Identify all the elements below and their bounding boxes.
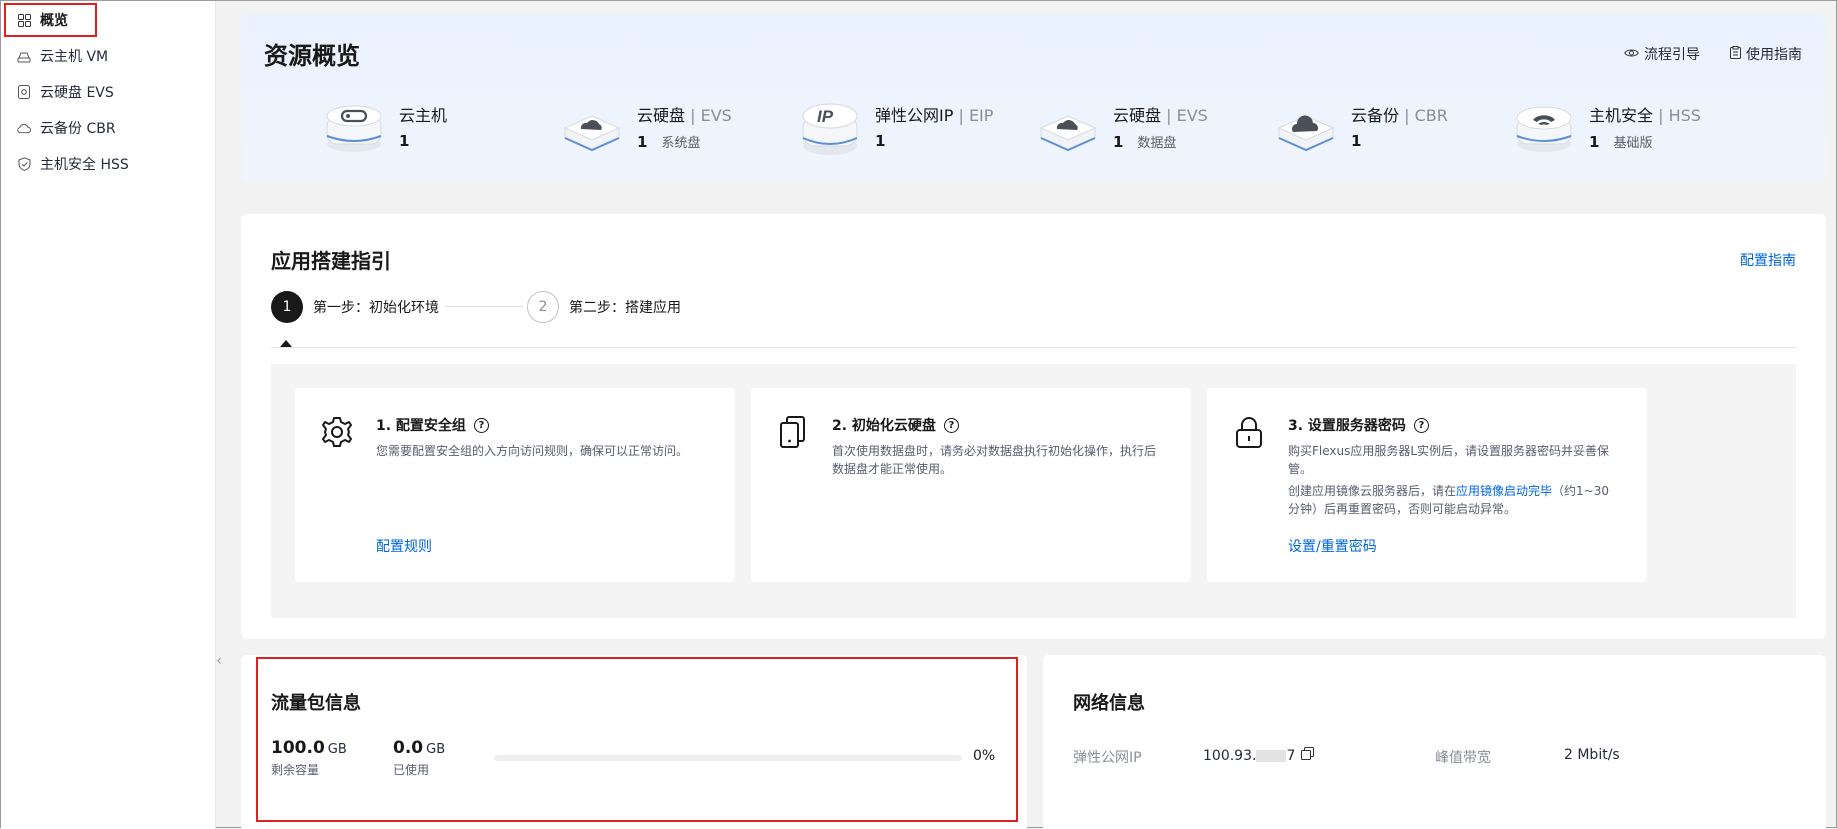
traffic-package-panel: 流量包信息 100.0 GB 剩余容量 0.0 GB 已使用 0% <box>241 655 1027 829</box>
card-set-password: 3. 设置服务器密码? 购买Flexus应用服务器L实例后，请设置服务器密码并妥… <box>1207 388 1647 582</box>
svg-text:IP: IP <box>817 107 834 126</box>
remaining-label: 剩余容量 <box>271 763 320 777</box>
active-step-indicator <box>280 340 292 347</box>
used-label: 已使用 <box>393 763 430 777</box>
resource-evs-data[interactable]: 云硬盘 | EVS 1 数据盘 <box>1035 94 1208 160</box>
resource-eip[interactable]: IP 弹性公网IP | EIP 1 <box>797 94 993 160</box>
eip-label: 弹性公网IP <box>1073 750 1142 766</box>
resource-name: 主机安全 | HSS <box>1589 106 1701 125</box>
eip-value: 100.93. 7 <box>1203 747 1315 764</box>
bandwidth-label: 峰值带宽 <box>1435 750 1491 766</box>
step-label: 第二步：搭建应用 <box>569 300 681 316</box>
resource-count: 1 数据盘 <box>1113 133 1177 151</box>
section-title: 网络信息 <box>1073 693 1145 714</box>
lock-icon <box>1231 414 1267 450</box>
sidebar: 概览 云主机 VM 云硬盘 EVS 云备份 CBR 主机安全 HSS <box>1 1 216 829</box>
help-icon[interactable]: ? <box>1413 417 1429 433</box>
resource-name: 弹性公网IP | EIP <box>875 106 994 125</box>
hss-shield-icon <box>1511 94 1577 160</box>
step-label: 第一步：初始化环境 <box>313 300 439 316</box>
flow-guide-link[interactable]: 流程引导 <box>1624 44 1700 64</box>
cloud-icon <box>17 121 31 135</box>
eye-icon <box>1624 46 1639 62</box>
disk-icon <box>17 85 31 99</box>
evs-disk-icon <box>559 94 625 160</box>
card-title: 3. 设置服务器密码? <box>1288 415 1429 435</box>
card-description: 您需要配置安全组的入方向访问规则，确保可以正常访问。 <box>376 444 689 458</box>
resource-count: 1 系统盘 <box>637 133 701 151</box>
step-2[interactable]: 2 第二步：搭建应用 <box>527 291 681 323</box>
help-icon[interactable]: ? <box>943 417 959 433</box>
cbr-cloud-icon <box>1273 94 1339 160</box>
resource-name: 云硬盘 | EVS <box>1113 106 1208 125</box>
resource-count: 1 <box>399 132 410 150</box>
sidebar-item-evs[interactable]: 云硬盘 EVS <box>1 74 216 110</box>
resource-vm[interactable]: 云主机 1 <box>321 94 447 160</box>
card-security-group: 1. 配置安全组? 您需要配置安全组的入方向访问规则，确保可以正常访问。 配置规… <box>295 388 735 582</box>
usage-progress-bar <box>494 755 962 761</box>
usage-percent: 0% <box>973 748 996 764</box>
page-title: 资源概览 <box>264 42 360 70</box>
resource-count: 1 <box>875 132 886 150</box>
resource-count: 1 <box>1351 132 1362 150</box>
bandwidth-value: 2 Mbit/s <box>1564 747 1620 763</box>
sidebar-item-label: 概览 <box>40 13 68 29</box>
step-number: 1 <box>271 291 303 323</box>
masked-ip-segment <box>1256 749 1287 762</box>
eip-icon: IP <box>797 94 863 160</box>
step-connector <box>445 306 523 307</box>
sidebar-item-overview[interactable]: 概览 <box>1 2 216 38</box>
card-description: 购买Flexus应用服务器L实例后，请设置服务器密码并妥善保管。 创建应用镜像云… <box>1288 444 1610 516</box>
sidebar-item-hss[interactable]: 主机安全 HSS <box>1 146 216 182</box>
resource-cbr[interactable]: 云备份 | CBR 1 <box>1273 94 1448 160</box>
sidebar-item-label: 主机安全 HSS <box>40 157 129 173</box>
section-title: 应用搭建指引 <box>271 249 391 273</box>
sidebar-item-vm[interactable]: 云主机 VM <box>1 38 216 74</box>
network-info-panel: 网络信息 弹性公网IP 100.93. 7 峰值带宽 2 Mbit/s <box>1043 655 1826 829</box>
section-title: 流量包信息 <box>271 693 361 714</box>
resource-count: 1 基础版 <box>1589 133 1653 151</box>
resource-name: 云硬盘 | EVS <box>637 106 732 125</box>
vm-icon <box>321 94 387 160</box>
card-title: 2. 初始化云硬盘? <box>832 415 959 435</box>
resource-name: 云主机 <box>399 106 448 125</box>
sidebar-item-label: 云备份 CBR <box>40 121 116 137</box>
card-description: 首次使用数据盘时，请务必对数据盘执行初始化操作，执行后数据盘才能正常使用。 <box>832 444 1157 476</box>
resource-name: 云备份 | CBR <box>1351 106 1448 125</box>
remaining-capacity: 100.0 GB <box>271 738 347 758</box>
gear-icon <box>319 414 355 450</box>
step-1[interactable]: 1 第一步：初始化环境 <box>271 291 439 323</box>
config-guide-link[interactable]: 配置指南 <box>1740 250 1796 270</box>
copy-icon[interactable] <box>1301 747 1315 764</box>
help-icon[interactable]: ? <box>473 417 489 433</box>
document-icon <box>1730 45 1741 63</box>
user-guide-link[interactable]: 使用指南 <box>1730 44 1802 64</box>
card-init-disk: 2. 初始化云硬盘? 首次使用数据盘时，请务必对数据盘执行初始化操作，执行后数据… <box>751 388 1191 582</box>
step-number: 2 <box>527 291 559 323</box>
sidebar-item-cbr[interactable]: 云备份 CBR <box>1 110 216 146</box>
grid-icon <box>17 13 31 27</box>
configure-rules-link[interactable]: 配置规则 <box>376 536 432 556</box>
reset-password-link[interactable]: 设置/重置密码 <box>1288 536 1377 556</box>
used-capacity: 0.0 GB <box>393 738 446 758</box>
card-title: 1. 配置安全组? <box>376 415 489 435</box>
app-guide-panel: 应用搭建指引 配置指南 1 第一步：初始化环境 2 第二步：搭建应用 1. 配置… <box>241 214 1826 639</box>
sidebar-item-label: 云主机 VM <box>40 49 109 65</box>
resource-overview-panel: 资源概览 流程引导 使用指南 云主机 1 云硬盘 | EVS 1 系统盘 IP … <box>241 14 1826 181</box>
sidebar-item-label: 云硬盘 EVS <box>40 85 114 101</box>
guide-cards-area: 1. 配置安全组? 您需要配置安全组的入方向访问规则，确保可以正常访问。 配置规… <box>271 364 1796 618</box>
resource-hss[interactable]: 主机安全 | HSS 1 基础版 <box>1511 94 1701 160</box>
collapse-sidebar-icon[interactable]: ‹ <box>214 651 224 671</box>
resource-evs-system[interactable]: 云硬盘 | EVS 1 系统盘 <box>559 94 732 160</box>
divider <box>271 347 1796 348</box>
disk-stack-icon <box>775 414 811 450</box>
shield-check-icon <box>17 157 31 171</box>
evs-disk-icon <box>1035 94 1101 160</box>
image-ready-link[interactable]: 应用镜像启动完毕 <box>1456 484 1552 498</box>
cloud-host-icon <box>17 49 31 63</box>
